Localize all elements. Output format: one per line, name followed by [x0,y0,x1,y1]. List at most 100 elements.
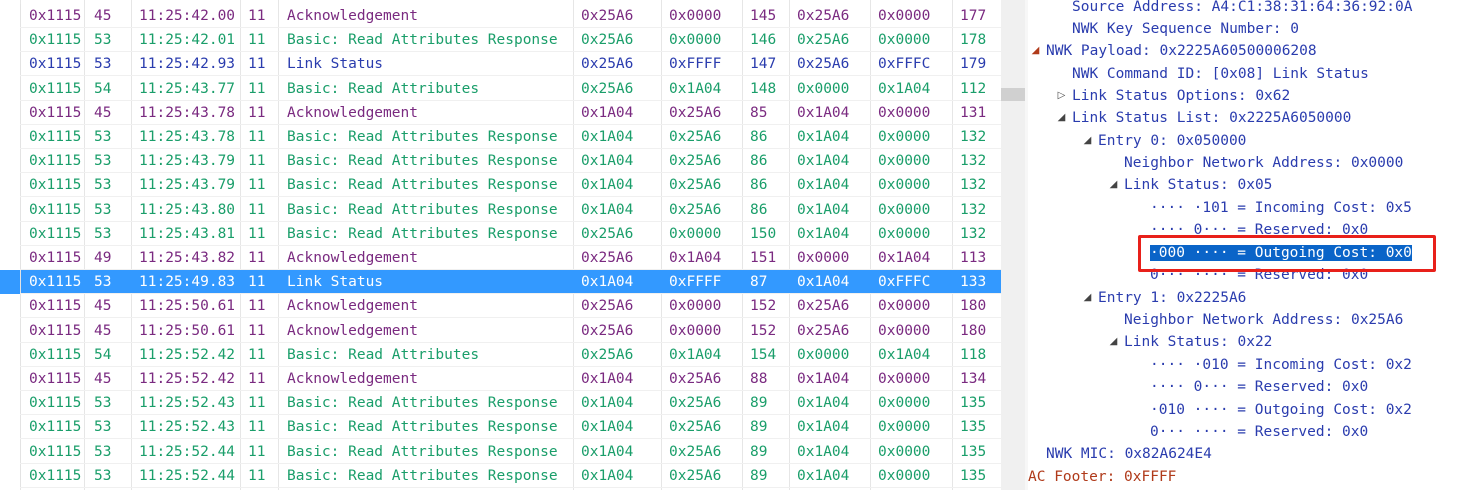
table-row[interactable]: 0x1115 54 11:25:52.42 11 Basic: Read Attribu… [0,342,1001,367]
table-row[interactable]: 0x1115 53 11:25:42.93 11 Link Status 0x25A6 0x… [0,52,1001,77]
cell-mac-dst: 0x25A6 [669,467,722,484]
tree-node[interactable]: 0··· ···· = Reserved: 0x0 [1150,421,1368,443]
table-row[interactable]: 0x1115 53 11:25:43.79 11 Basic: Read Attribu… [0,149,1001,174]
row-marker [0,173,21,198]
cell-nwk-src: 0x1A04 [797,129,850,145]
table-row[interactable]: 0x1115 53 11:25:43.80 11 Basic: Read Attribu… [0,197,1001,222]
tree-node[interactable]: Link Status: 0x05 [1124,174,1272,196]
triangle-down-right-icon[interactable]: ◢ [1030,40,1041,62]
cell-nwk-dst: 0x0000 [878,201,931,218]
tree-node[interactable]: Source Address: A4:C1:38:31:64:36:92:0A [1072,0,1412,18]
table-row[interactable]: 0x1115 53 11:25:43.81 11 Basic: Read Attribu… [0,221,1001,246]
triangle-down-right-icon[interactable]: ◢ [1108,174,1119,196]
triangle-right-icon[interactable]: ▷ [1056,85,1067,107]
cell-channel: 11 [248,80,266,97]
tree-node[interactable]: Neighbor Network Address: 0x0000 [1124,152,1403,174]
cell-mac-dst: 0x0000 [669,298,722,315]
annotation-highlight-box [1138,235,1436,272]
tree-node[interactable]: Link Status List: 0x2225A6050000 [1072,107,1351,129]
table-row[interactable]: 0x1115 45 11:25:50.61 11 Acknowledgement 0x25… [0,294,1001,319]
cell-timestamp: 11:25:50.61 [139,298,236,315]
cell-nwk-dst: 0x0000 [878,32,931,49]
table-row[interactable]: 0x1115 45 11:25:50.61 11 Acknowledgement 0x25… [0,318,1001,343]
cell-nwk-src: 0x1A04 [797,104,850,121]
cell-sequence: 89 [750,443,768,460]
table-row[interactable]: 0x1115 53 11:25:42.01 11 Basic: Read Attribu… [0,28,1001,53]
tree-node[interactable]: AC Footer: 0xFFFF [1028,466,1176,488]
cell-nwk-seq: 133 [960,274,987,291]
triangle-down-right-icon[interactable]: ◢ [1056,107,1067,129]
table-row[interactable]: 0x1115 53 11:25:43.79 11 Basic: Read Attribu… [0,173,1001,198]
row-marker [0,294,21,319]
table-row[interactable]: 0x1115 53 11:25:52.43 11 Basic: Read Attribu… [0,391,1001,416]
triangle-down-right-icon[interactable]: ◢ [1082,130,1093,152]
cell-sequence: 88 [750,371,768,387]
table-row[interactable]: 0x1115 45 11:25:42.00 11 Acknowledgement 0x25… [0,4,1001,28]
tree-node[interactable]: Neighbor Network Address: 0x25A6 [1124,309,1403,331]
triangle-down-right-icon[interactable]: ◢ [1108,331,1119,353]
cell-sequence: 89 [750,395,768,412]
tree-node[interactable]: ·010 ···· = Outgoing Cost: 0x2 [1150,399,1412,421]
tree-node-label: 0··· ···· = Reserved: 0x0 [1150,424,1369,440]
tree-node[interactable]: NWK Key Sequence Number: 0 [1072,18,1299,40]
row-marker [0,52,21,77]
tree-node[interactable]: Link Status: 0x22 [1124,331,1272,353]
cell-nwk-src: 0x25A6 [797,322,850,339]
row-marker [0,391,21,416]
cell-packet-type: Basic: Read Attributes Response [287,225,558,242]
tree-node[interactable]: ···· ·010 = Incoming Cost: 0x2 [1150,354,1412,376]
triangle-down-right-icon[interactable]: ◢ [1082,287,1093,309]
cell-mac-dst: 0x1A04 [669,80,722,97]
table-row[interactable]: 0x1115 53 11:25:52.43 11 Basic: Read Attribu… [0,415,1001,440]
table-row[interactable]: 0x1115 49 11:25:43.82 11 Acknowledgement 0x25… [0,246,1001,270]
cell-nwk-src: 0x1A04 [797,467,850,484]
table-row[interactable]: 0x1115 53 11:25:52.44 11 Basic: Read Attribu… [0,463,1001,488]
cell-source-pan: 0x1115 [29,274,82,291]
cell-nwk-dst: 0x0000 [878,467,931,484]
tree-node[interactable]: ···· ·101 = Incoming Cost: 0x5 [1150,197,1412,219]
cell-length: 53 [94,56,112,73]
cell-mac-src: 0x1A04 [581,419,634,436]
cell-nwk-src: 0x0000 [797,80,850,97]
cell-timestamp: 11:25:42.93 [139,56,236,73]
cell-mac-dst: 0xFFFF [669,274,722,291]
cell-mac-src: 0x25A6 [581,250,634,266]
cell-length: 45 [94,104,112,121]
cell-nwk-dst: 0x0000 [878,8,931,24]
tree-node-label: Link Status Options: 0x62 [1072,88,1291,104]
table-row-selected[interactable]: 0x1115 53 11:25:49.83 11 Link Status 0x1A04 0x… [0,270,1001,295]
packet-list[interactable]: 0x1115 45 11:25:42.00 11 Acknowledgement 0x25… [0,0,1001,490]
cell-sequence: 151 [750,250,777,266]
cell-source-pan: 0x1115 [29,56,82,73]
packet-list-scrollbar[interactable] [1001,0,1025,490]
tree-node[interactable]: NWK Payload: 0x2225A60500006208 [1046,40,1317,62]
table-row[interactable]: 0x1115 45 11:25:43.78 11 Acknowledgement 0x1A… [0,100,1001,125]
cell-timestamp: 11:25:52.44 [139,443,236,460]
row-marker [0,367,21,391]
tree-node-label: Neighbor Network Address: 0x0000 [1124,155,1404,171]
cell-length: 53 [94,419,112,436]
table-row[interactable]: 0x1115 53 11:25:43.78 11 Basic: Read Attribu… [0,125,1001,149]
cell-sequence: 150 [750,225,777,242]
cell-channel: 11 [248,56,266,73]
tree-node-label: Entry 1: 0x2225A6 [1098,290,1247,306]
tree-node-label: AC Footer: 0xFFFF [1028,469,1177,485]
cell-mac-dst: 0x25A6 [669,153,722,170]
cell-mac-src: 0x1A04 [581,177,634,194]
cell-timestamp: 11:25:52.44 [139,467,236,484]
tree-node[interactable]: NWK MIC: 0x82A624E4 [1046,443,1212,465]
tree-node[interactable]: ···· 0··· = Reserved: 0x0 [1150,376,1368,398]
cell-channel: 11 [248,104,266,121]
table-row[interactable]: 0x1115 45 11:25:52.42 11 Acknowledgement 0x1A… [0,367,1001,391]
scrollbar-thumb[interactable] [1001,88,1025,101]
tree-node[interactable]: Entry 0: 0x050000 [1098,130,1246,152]
tree-node[interactable]: NWK Command ID: [0x08] Link Status [1072,63,1369,85]
cell-packet-type: Acknowledgement [287,322,418,339]
tree-node-label: Entry 0: 0x050000 [1098,133,1247,149]
tree-node[interactable]: Entry 1: 0x2225A6 [1098,287,1246,309]
tree-node[interactable]: Link Status Options: 0x62 [1072,85,1290,107]
cell-nwk-seq: 135 [960,467,987,484]
table-row[interactable]: 0x1115 54 11:25:43.77 11 Basic: Read Attribu… [0,76,1001,101]
table-row[interactable]: 0x1115 53 11:25:52.44 11 Basic: Read Attribu… [0,439,1001,464]
cell-source-pan: 0x1115 [29,250,82,266]
